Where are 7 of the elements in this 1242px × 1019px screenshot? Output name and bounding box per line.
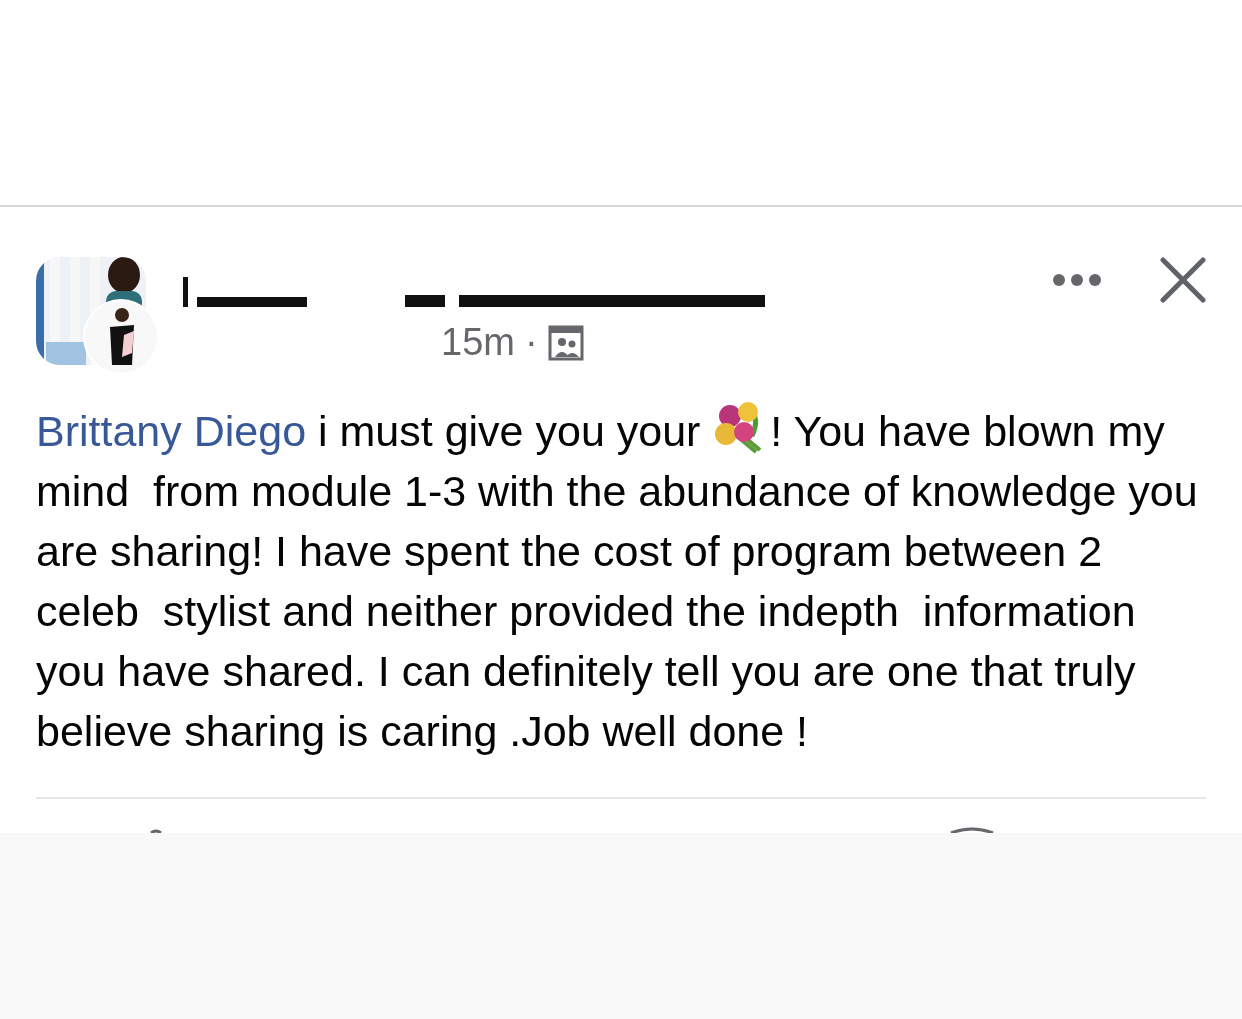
more-icon[interactable]: [1052, 273, 1102, 287]
group-icon: [547, 324, 584, 361]
mention-link[interactable]: Brittany Diego: [36, 407, 307, 455]
close-icon[interactable]: [1160, 257, 1206, 303]
separator-dot: ·: [524, 321, 538, 364]
comment-text: Brittany Diego i must give you your ! You have blown my mind from module 1-3 with the abundance of knowledge you are sharing! I have spent the cost of program between 2 celeb stylist and neither provided the indepth information you have shared. I can definitely tell you are one that truly believe sharing is caring .Job well done !: [36, 401, 1206, 761]
post-time: 15m: [441, 321, 515, 364]
